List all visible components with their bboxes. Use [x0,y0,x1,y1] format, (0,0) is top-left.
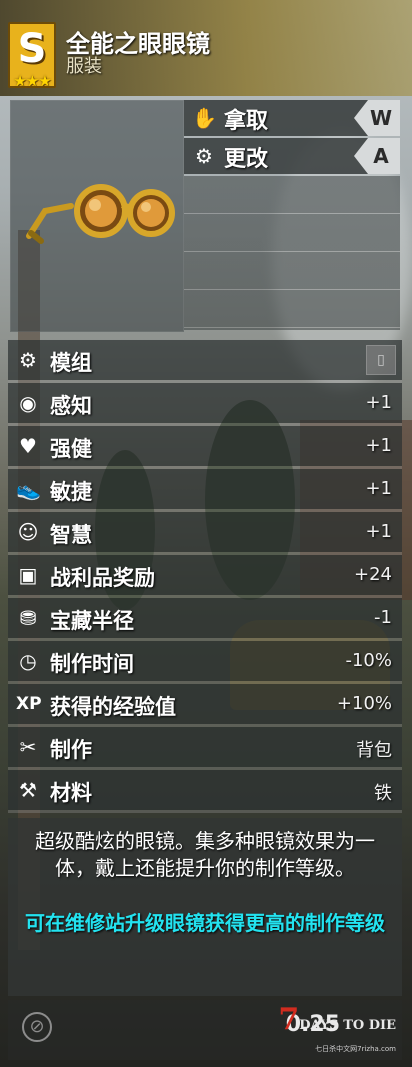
stat-row-loot-bonus: ▣ 战利品奖励 +24 [8,555,402,598]
action-modify[interactable]: ⚙ 更改 A [184,138,400,174]
stat-label: 获得的经验值 [50,695,176,719]
stat-row-perception: ◉ 感知 +1 [8,383,402,426]
stat-value: 背包 [356,740,392,761]
item-description: 超级酷炫的眼镜。集多种眼镜效果为一体，戴上还能提升你的制作等级。 可在维修站升级… [8,818,402,996]
stat-value: +1 [365,392,392,413]
stat-row-mods: ⚙ 模组 ▯ [8,340,402,383]
hotkey-badge: A [354,138,400,174]
stat-label: 制作 [50,738,92,762]
slot-grid [184,176,400,330]
stat-row-material: ⚒ 材料 铁 [8,770,402,813]
crate-icon: ▣ [18,563,38,587]
action-label: 更改 [224,147,269,172]
stat-row-intellect: ☺ 智慧 +1 [8,512,402,555]
action-label: 拿取 [224,109,269,134]
item-preview [10,100,184,332]
stopwatch-icon: ◷ [19,649,37,673]
stat-value: -10% [345,650,392,671]
mod-slot[interactable]: ▯ [366,345,396,375]
stat-label: 战利品奖励 [50,566,155,590]
action-take[interactable]: ✋ 拿取 W [184,100,400,136]
stat-row-fortitude: ♥ 强健 +1 [8,426,402,469]
logo-text: DAYS TO DIE [299,1018,396,1033]
stat-value: +24 [354,564,392,585]
upgrade-tip: 可在维修站升级眼镜获得更高的制作等级 [25,911,385,935]
tier-letter: S [17,26,47,72]
stat-value: -1 [374,607,392,628]
stat-label: 智慧 [50,523,92,547]
tier-badge: S ★★★ [8,22,56,90]
tools-icon: ✂ [19,735,37,759]
stat-row-crafting: ✂ 制作 背包 [8,727,402,770]
mod-slot-icon: ▯ [377,352,385,368]
gears-icon: ⚙ [195,144,213,168]
tier-stars: ★★★ [13,72,51,90]
treasure-icon: ⛃ [19,606,37,630]
item-info-panel: S ★★★ 全能之眼眼镜 服装 ✋ 拿取 W ⚙ 更改 A ⚙ 模组 ▯ ◉ 感… [0,0,412,1067]
eye-icon: ◉ [19,391,37,415]
shoe-icon: 👟 [16,477,41,501]
stat-row-craft-time: ◷ 制作时间 -10% [8,641,402,684]
stat-row-agility: 👟 敏捷 +1 [8,469,402,512]
stat-value: +1 [365,521,392,542]
stat-row-xp-gain: XP 获得的经验值 +10% [8,684,402,727]
no-durability-icon: ⊘ [22,1012,52,1042]
stat-row-treasure-radius: ⛃ 宝藏半径 -1 [8,598,402,641]
brain-icon: ☺ [17,520,39,544]
glasses-icon [26,184,175,244]
gear-icon: ⚙ [19,348,37,372]
stat-label: 宝藏半径 [50,609,134,633]
stat-value: 铁 [374,783,392,804]
heart-icon: ♥ [19,434,37,458]
logo-number: 7 [278,1002,300,1037]
stat-value: +10% [336,693,392,714]
materials-icon: ⚒ [19,778,37,802]
item-header: S ★★★ 全能之眼眼镜 服装 [0,0,412,96]
item-footer: ⊘ 0.25 7DAYS TO DIE 七日杀中文网7rizha.com [8,1000,402,1060]
stat-value: +1 [365,478,392,499]
stat-value: +1 [365,435,392,456]
description-text: 超级酷炫的眼镜。集多种眼镜效果为一体，戴上还能提升你的制作等级。 [35,829,375,880]
stat-label: 制作时间 [50,652,134,676]
stat-label: 敏捷 [50,480,92,504]
game-logo: 7DAYS TO DIE [278,1002,396,1037]
stat-label: 感知 [50,394,92,418]
stat-label: 强健 [50,437,92,461]
stat-label: 模组 [50,351,92,375]
stat-label: 材料 [50,781,92,805]
hand-grab-icon: ✋ [192,106,217,130]
hotkey-badge: W [354,100,400,136]
item-category: 服装 [66,56,102,77]
xp-icon: XP [16,694,42,714]
watermark-site: 七日杀中文网7rizha.com [315,1045,396,1053]
